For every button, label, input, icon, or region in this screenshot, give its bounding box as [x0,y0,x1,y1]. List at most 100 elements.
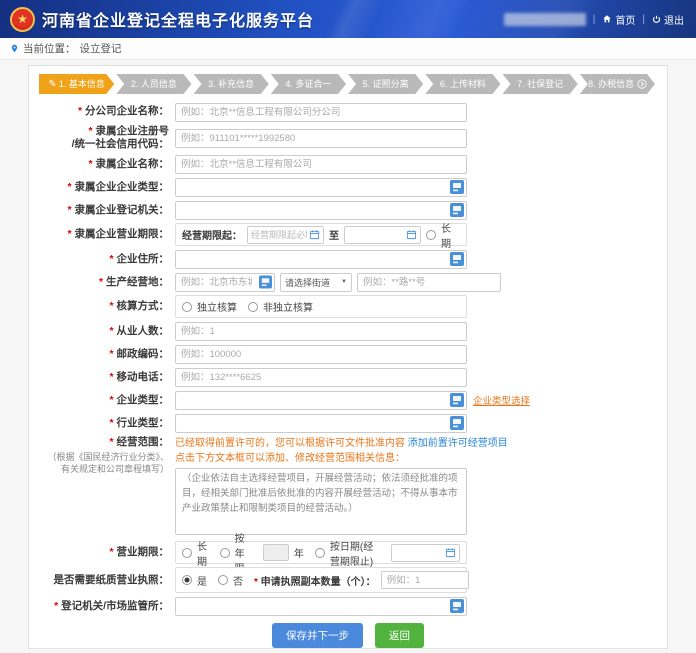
field-label: 生产经营地： [39,276,175,289]
mobile-phone-input[interactable] [175,368,467,387]
picker-icon[interactable] [450,203,464,217]
business-scope-hint-1: 已经取得前置许可的，您可以根据许可文件批准内容 添加前置许可经营项目 [175,436,657,451]
parent-term-start-date [247,226,324,244]
picker-icon[interactable] [259,276,272,289]
field-label: 企业类型： [39,394,175,407]
license-copies-label: 申请执照副本数量（个）： [254,573,376,588]
field-label: 隶属企业注册号 /统一社会信用代码： [39,125,175,151]
license-copies-input[interactable] [381,571,469,589]
form-row: 行业类型： [39,413,657,433]
add-prelicense-item-link[interactable]: 添加前置许可经营项目 [408,438,508,449]
picker-icon[interactable] [450,252,464,266]
power-icon [652,15,661,24]
parent-term-start-input[interactable] [251,230,307,240]
picker-icon[interactable] [450,416,464,430]
form-actions: 保存并下一步 返回 [39,623,657,648]
term-end-date-input[interactable] [395,548,443,558]
step-label: 5. 证照分离 [363,79,409,89]
tab-step-1-basic-info[interactable]: ✎1. 基本信息 [39,74,114,94]
form-row: 邮政编码： [39,344,657,364]
save-next-button[interactable]: 保存并下一步 [272,623,363,648]
field-label: 隶属企业名称： [39,158,175,171]
form-row: 隶属企业登记机关： [39,200,657,220]
picker-icon[interactable] [450,599,464,613]
tab-step-5-cert-separation[interactable]: 5. 证照分离 [348,74,423,94]
form-row: 从业人数： [39,321,657,341]
business-scope-textarea[interactable]: （企业依法自主选择经营项目，开展经营活动；依法须经批准的项目，经相关部门批准后依… [175,468,467,535]
edit-icon: ✎ [48,79,56,90]
field-label: 经营范围： （根据《国民经济行业分类》、有关规定和公司章程填写） [39,436,175,475]
parent-registration-authority-input[interactable] [175,201,467,220]
tab-step-4-multi-cert[interactable]: 4. 多证合一 [271,74,346,94]
postcode-input[interactable] [175,345,467,364]
calendar-icon[interactable] [445,547,456,558]
step-label: 6. 上传材料 [440,79,486,89]
calendar-icon[interactable] [309,229,320,240]
form-row: 隶属企业营业期限： 经营期限起： 至 长期 [39,223,657,246]
field-label: 是否需要纸质营业执照： [39,574,175,587]
chevron-down-icon: ▼ [341,279,347,285]
breadcrumb-current: 设立登记 [80,41,122,56]
accounting-group: 独立核算 非独立核算 [175,295,467,318]
radio-paper-license-yes[interactable] [182,575,192,585]
form-row: 隶属企业注册号 /统一社会信用代码： [39,125,657,151]
step-label: 7. 社保登记 [517,79,563,89]
home-icon [602,14,612,24]
operation-road-input[interactable] [357,273,501,292]
field-label: 从业人数： [39,325,175,338]
calendar-icon[interactable] [406,229,417,240]
field-label: 行业类型： [39,417,175,430]
form-row: 登记机关/市场监管所： [39,596,657,616]
tab-step-2-personnel[interactable]: 2. 人员信息 [116,74,191,94]
location-pin-icon [10,43,19,54]
tab-step-8-tax-info[interactable]: 8. 办税信息 [580,74,655,94]
company-type-select-link[interactable]: 企业类型选择 [473,393,530,407]
back-button[interactable]: 返回 [375,623,424,648]
radio-term-by-years[interactable] [220,548,230,558]
radio-non-independent-accounting[interactable] [248,302,258,312]
tab-step-3-supplement[interactable]: 3. 补充信息 [194,74,269,94]
form-row: 生产经营地： 请选择街道 ▼ [39,272,657,292]
form-row: 隶属企业名称： [39,154,657,174]
field-label: 分公司企业名称： [39,105,175,118]
form-row: 营业期限： 长期 按年限 年 按日期(经营期限止) [39,541,657,564]
field-label: 企业住所： [39,253,175,266]
parent-term-group: 经营期限起： 至 长期 [175,223,467,246]
step-label: 2. 人员信息 [131,79,177,89]
radio-parent-term-longterm[interactable] [426,230,436,240]
step-label: 8. 办税信息 [588,79,634,89]
parent-term-end-input[interactable] [348,230,404,240]
username-redacted [504,13,586,26]
company-address-input[interactable] [175,250,467,269]
branch-company-name-input[interactable] [175,103,467,122]
parent-term-end-date [344,226,421,244]
employee-count-input[interactable] [175,322,467,341]
picker-icon[interactable] [450,393,464,407]
parent-company-name-input[interactable] [175,155,467,174]
parent-company-type-input[interactable] [175,178,467,197]
radio-term-longterm[interactable] [182,548,192,558]
breadcrumb: 当前位置： 设立登记 [0,38,696,60]
form-row: 移动电话： [39,367,657,387]
tab-step-7-social-security[interactable]: 7. 社保登记 [503,74,578,94]
street-select[interactable]: 请选择街道 ▼ [280,273,352,292]
app-header: ★ 河南省企业登记全程电子化服务平台 | 首页 | 退出 [0,0,696,38]
breadcrumb-prefix: 当前位置： [23,41,76,56]
radio-independent-accounting[interactable] [182,302,192,312]
home-link[interactable]: 首页 [602,12,635,27]
parent-company-credit-code-input[interactable] [175,129,467,148]
picker-icon[interactable] [450,180,464,194]
industry-type-input[interactable] [175,414,467,433]
step-tabs: ✎1. 基本信息 2. 人员信息 3. 补充信息 4. 多证合一 5. 证照分离… [39,74,657,94]
logout-link[interactable]: 退出 [652,12,684,27]
radio-paper-license-no[interactable] [218,575,228,585]
step-label: 1. 基本信息 [59,79,105,89]
tab-step-6-upload[interactable]: 6. 上传材料 [425,74,500,94]
term-years-input[interactable] [263,544,289,561]
radio-term-by-date[interactable] [315,548,325,558]
form-row: 企业住所： [39,249,657,269]
registration-authority-input[interactable] [175,597,467,616]
company-type-input[interactable] [175,391,467,410]
field-label: 登记机关/市场监管所： [39,600,175,613]
field-label: 营业期限： [39,546,175,559]
